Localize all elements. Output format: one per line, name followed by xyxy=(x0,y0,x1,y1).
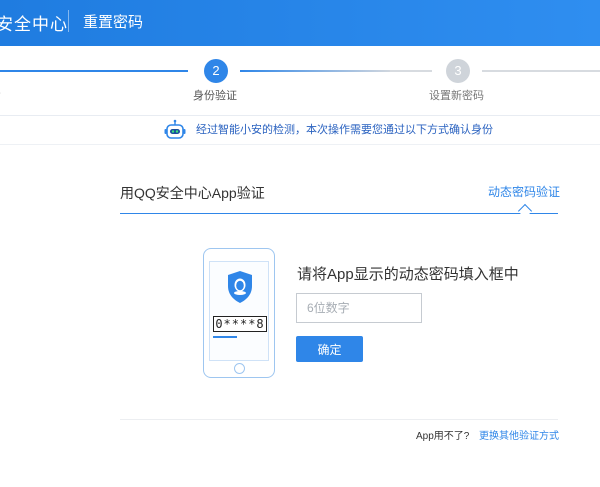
dynamic-code-input[interactable] xyxy=(296,293,422,323)
header-subtitle: 重置密码 xyxy=(83,14,144,31)
confirm-button[interactable]: 确定 xyxy=(296,336,363,362)
step-3-label: 设置新密码 xyxy=(429,90,484,102)
progress-steps: - 2 身份验证 3 设置新密码 xyxy=(0,46,600,116)
qq-shield-icon xyxy=(228,271,252,303)
robot-icon xyxy=(164,119,186,139)
change-method-link[interactable]: 更换其他验证方式 xyxy=(479,427,559,442)
phone-screen: 0****8 xyxy=(209,261,269,361)
dynamic-code-display: 0****8 xyxy=(213,316,267,332)
header-divider xyxy=(68,10,69,32)
step-2-label: 身份验证 xyxy=(193,90,237,102)
tab-dynamic-password[interactable]: 动态密码验证 xyxy=(488,183,560,200)
app-unavailable-text: App用不了? xyxy=(416,431,470,442)
step-line-pending-end xyxy=(482,70,600,72)
step-2-circle: 2 xyxy=(204,59,228,83)
section-divider xyxy=(0,144,600,145)
phone-illustration: 0****8 xyxy=(203,248,275,378)
phone-home-button xyxy=(234,363,245,374)
footer-divider xyxy=(120,419,558,420)
step-line-done xyxy=(0,70,188,72)
step-line-progress xyxy=(240,70,390,72)
input-prompt: 请将App显示的动态密码填入框中 xyxy=(297,266,519,283)
verify-method-title: 用QQ安全中心App验证 xyxy=(120,185,265,201)
tab-underline xyxy=(120,213,558,214)
header-brand: 安全中心 xyxy=(0,15,68,34)
tab-caret-indicator xyxy=(517,203,533,219)
top-header: 安全中心 重置密码 xyxy=(0,0,600,46)
detection-notice: 经过智能小安的检测，本次操作需要您通过以下方式确认身份 xyxy=(0,116,600,144)
step-line-pending xyxy=(390,70,432,72)
step-3-circle: 3 xyxy=(446,59,470,83)
code-timer-bar xyxy=(213,336,237,338)
notice-text: 经过智能小安的检测，本次操作需要您通过以下方式确认身份 xyxy=(196,124,493,136)
step-1-label-fragment: - xyxy=(0,87,1,99)
